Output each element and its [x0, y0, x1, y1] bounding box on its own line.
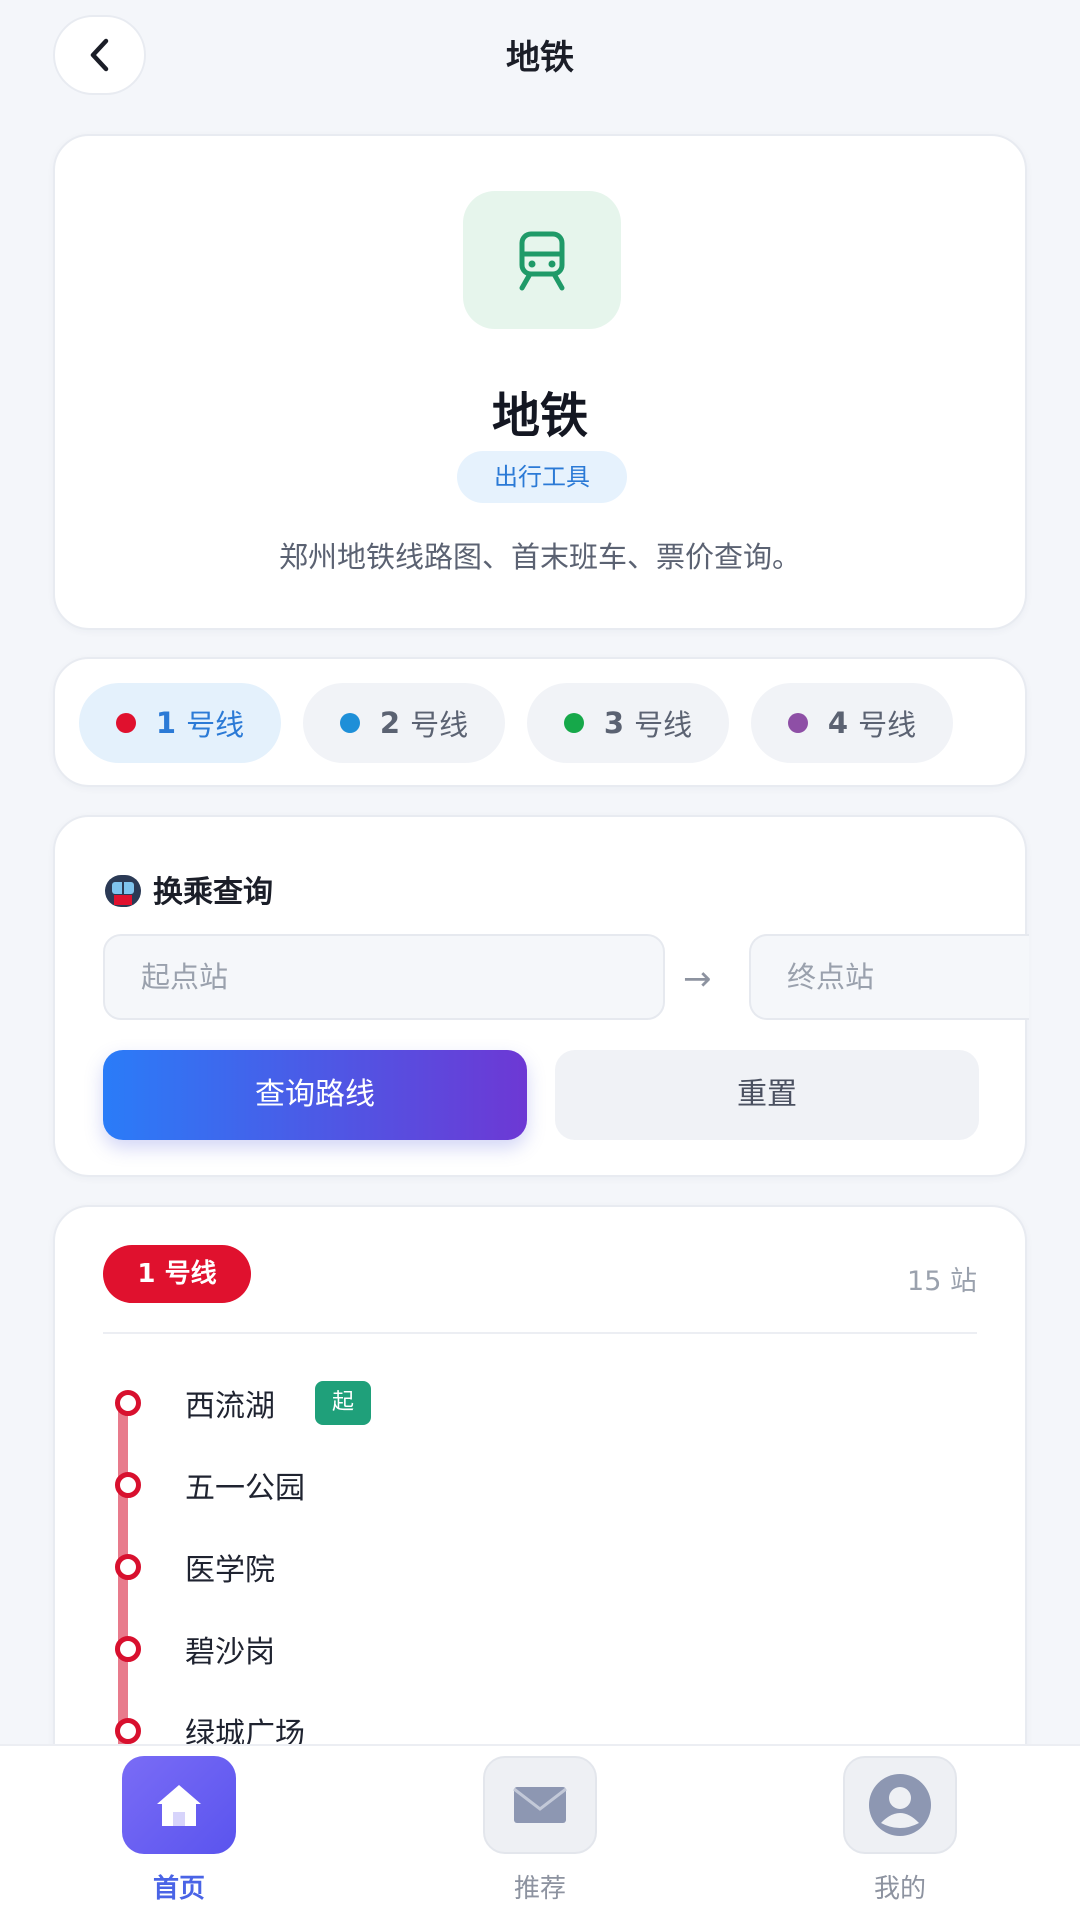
- line-tab-4[interactable]: 4 号线: [751, 683, 953, 763]
- line-number: 3: [603, 706, 625, 740]
- nav-home[interactable]: 首页: [119, 1756, 239, 1905]
- line-number: 2: [379, 706, 401, 740]
- nav-icon-box: [843, 1756, 957, 1854]
- line-color-dot: [787, 713, 808, 733]
- station-name: 医学院: [185, 1553, 275, 1588]
- line-selector: 1 号线 2 号线 3 号线 4 号线: [53, 657, 1027, 787]
- line-color-dot: [339, 713, 360, 733]
- line-tab-2[interactable]: 2 号线: [303, 683, 505, 763]
- reset-button[interactable]: 重置: [555, 1050, 979, 1140]
- nav-profile[interactable]: 我的: [840, 1756, 960, 1905]
- line-number: 1: [155, 706, 177, 740]
- nav-icon-box: [483, 1756, 597, 1854]
- station-name: 五一公园: [185, 1471, 305, 1506]
- home-icon: [157, 1785, 201, 1826]
- line-label: 号线: [858, 708, 917, 742]
- line-color-dot: [563, 713, 584, 733]
- page-title: 地铁: [506, 38, 574, 78]
- line-label: 号线: [410, 708, 469, 742]
- line-label: 号线: [634, 708, 693, 742]
- line-tab-3[interactable]: 3 号线: [527, 683, 729, 763]
- app-description: 郑州地铁线路图、首末班车、票价查询。: [278, 540, 801, 574]
- bottom-nav: 首页 推荐 我的: [0, 1744, 1080, 1920]
- station-count: 15 站: [907, 1266, 977, 1297]
- app-icon-container: [463, 191, 621, 329]
- start-station-input[interactable]: 起点站: [103, 934, 665, 1020]
- start-badge: 起: [315, 1381, 371, 1425]
- line-color-dot: [115, 713, 136, 733]
- user-icon: [869, 1774, 931, 1836]
- station-marker: [115, 1554, 141, 1580]
- station-marker: [115, 1718, 141, 1744]
- end-station-input[interactable]: 终点站: [749, 934, 1029, 1020]
- transfer-query-card: 换乘查询 起点站 → 终点站 查询路线 重置: [53, 815, 1029, 1177]
- station-marker: [115, 1636, 141, 1662]
- line-tab-1[interactable]: 1 号线: [79, 683, 281, 763]
- divider: [103, 1332, 977, 1334]
- mail-icon: [513, 1787, 567, 1823]
- arrow-right-icon: →: [683, 959, 712, 999]
- transfer-title: 换乘查询: [103, 867, 273, 911]
- query-route-button[interactable]: 查询路线: [103, 1050, 527, 1140]
- header: 地铁: [0, 0, 1080, 118]
- station-item[interactable]: 西流湖 起: [115, 1378, 371, 1428]
- nav-label: 首页: [152, 1874, 205, 1904]
- station-name: 西流湖: [185, 1389, 275, 1424]
- station-marker: [115, 1390, 141, 1416]
- station-item[interactable]: 医学院: [115, 1542, 275, 1592]
- nav-icon-box: [122, 1756, 236, 1854]
- line-badge: 1 号线: [103, 1245, 251, 1303]
- station-name: 碧沙岗: [185, 1635, 275, 1670]
- nav-recommend[interactable]: 推荐: [480, 1756, 600, 1905]
- transfer-title-text: 换乘查询: [153, 875, 273, 910]
- nav-label: 推荐: [513, 1874, 566, 1904]
- category-tag: 出行工具: [457, 451, 627, 503]
- station-marker: [115, 1472, 141, 1498]
- station-item[interactable]: 碧沙岗: [115, 1624, 275, 1674]
- line-number: 4: [827, 706, 849, 740]
- station-item[interactable]: 五一公园: [115, 1460, 305, 1510]
- nav-label: 我的: [873, 1874, 926, 1904]
- app-name: 地铁: [491, 388, 588, 444]
- line-label: 号线: [186, 708, 245, 742]
- metro-icon: [103, 869, 143, 909]
- train-icon: [519, 231, 565, 291]
- app-intro-card: 地铁 出行工具 郑州地铁线路图、首末班车、票价查询。: [53, 134, 1027, 630]
